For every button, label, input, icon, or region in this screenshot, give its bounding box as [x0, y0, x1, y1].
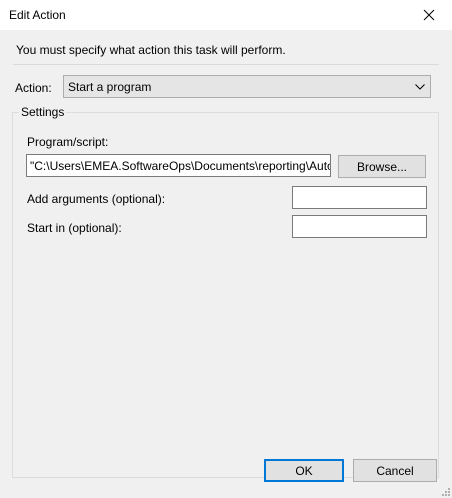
close-button[interactable] [406, 0, 452, 30]
program-script-value: "C:\Users\EMEA.SoftwareOps\Documents\rep… [30, 158, 331, 173]
ok-button-label: OK [295, 463, 313, 478]
add-arguments-input[interactable] [292, 186, 427, 209]
action-select-value: Start a program [68, 79, 152, 94]
title-bar: Edit Action [0, 0, 452, 30]
add-arguments-label: Add arguments (optional): [27, 192, 166, 206]
start-in-label: Start in (optional): [27, 221, 122, 235]
program-script-input[interactable]: "C:\Users\EMEA.SoftwareOps\Documents\rep… [26, 154, 331, 177]
chevron-down-icon [410, 76, 430, 97]
action-select[interactable]: Start a program [63, 75, 431, 98]
divider [13, 64, 439, 65]
window-title: Edit Action [9, 8, 66, 22]
browse-button[interactable]: Browse... [338, 155, 426, 178]
browse-button-label: Browse... [356, 159, 407, 174]
action-label: Action: [15, 81, 52, 95]
dialog-body: You must specify what action this task w… [0, 30, 452, 498]
program-script-label: Program/script: [27, 135, 109, 149]
start-in-input[interactable] [292, 215, 427, 238]
cancel-button-label: Cancel [376, 463, 414, 478]
cancel-button[interactable]: Cancel [353, 459, 437, 482]
instruction-text: You must specify what action this task w… [16, 43, 286, 57]
ok-button[interactable]: OK [264, 459, 344, 482]
settings-group-label: Settings [19, 105, 67, 119]
close-icon [423, 9, 435, 21]
resize-grip-icon[interactable] [440, 486, 450, 496]
